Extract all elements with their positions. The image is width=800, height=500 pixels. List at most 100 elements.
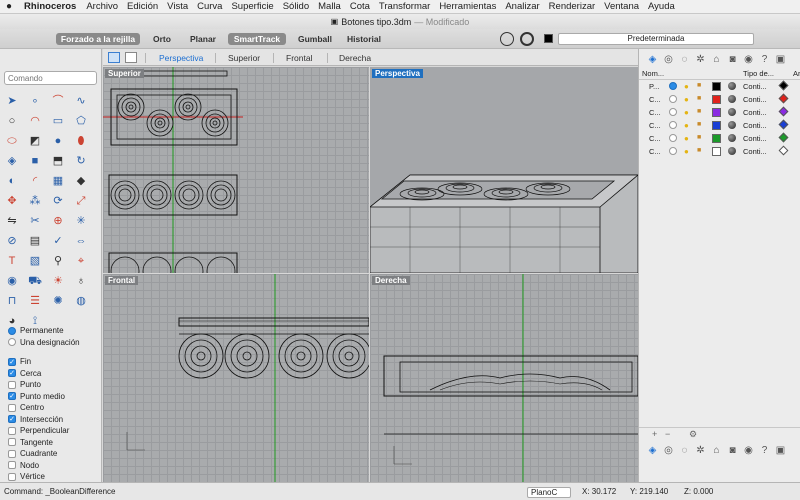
patch-icon[interactable]: ◆	[72, 173, 90, 189]
print-color-icon[interactable]	[778, 93, 789, 104]
layer-row[interactable]: C... ● ■ Conti...	[639, 119, 800, 132]
lock-icon[interactable]: ■	[697, 121, 701, 128]
menu-curva[interactable]: Curva	[197, 1, 222, 12]
print-color-icon[interactable]	[778, 132, 789, 143]
material-icon[interactable]	[728, 147, 736, 155]
osnap-point[interactable]: Punto	[8, 379, 100, 391]
zoom-icon[interactable]: ⚲	[49, 253, 67, 269]
car-icon[interactable]: ⛟	[26, 273, 44, 289]
viewport-perspective[interactable]: Perspectiva	[370, 67, 638, 273]
menu-analizar[interactable]: Analizar	[505, 1, 539, 12]
layers-icon[interactable]: ◈	[645, 445, 660, 457]
app-menu[interactable]: Rhinoceros	[24, 1, 76, 12]
polygon-icon[interactable]: ⬠	[72, 113, 90, 129]
check-icon[interactable]: ✓	[49, 233, 67, 249]
properties-icon[interactable]: ◎	[661, 445, 676, 457]
tab-frontal[interactable]: Frontal	[286, 52, 312, 64]
current-layer-select[interactable]: Predeterminada	[558, 33, 754, 45]
osnap-vertex[interactable]: Vértice	[8, 471, 100, 483]
viewport-front[interactable]: Frontal	[103, 274, 369, 482]
camera-tab-icon[interactable]: ◙	[725, 54, 740, 66]
planar-toggle[interactable]: Planar	[186, 33, 220, 45]
viewport-top[interactable]: Superior	[103, 67, 369, 273]
current-layer-indicator[interactable]	[669, 108, 677, 116]
viewport-right[interactable]: Derecha	[370, 274, 638, 482]
rotate-icon[interactable]: ⟳	[49, 193, 67, 209]
osnap-end[interactable]: ✓ Fin	[8, 356, 100, 368]
camera-tab-icon[interactable]: ◙	[725, 445, 740, 457]
gear-icon[interactable]: ⚙	[689, 429, 697, 440]
layer-row[interactable]: C... ● ■ Conti...	[639, 145, 800, 158]
snapshot-icon[interactable]: ▣	[773, 54, 788, 66]
layer-color[interactable]	[712, 147, 721, 156]
viewport-label-right[interactable]: Derecha	[372, 276, 410, 285]
osnap-near[interactable]: ✓ Cerca	[8, 368, 100, 380]
history-toggle[interactable]: Historial	[344, 33, 384, 45]
grid-snap-toggle[interactable]: Forzado a la rejilla	[56, 33, 140, 45]
osnap-knot[interactable]: Nodo	[8, 460, 100, 472]
current-layer-indicator[interactable]	[669, 147, 677, 155]
bulb-icon[interactable]: ●	[684, 134, 689, 143]
gumball-toggle[interactable]: Gumball	[294, 33, 336, 45]
menu-archivo[interactable]: Archivo	[86, 1, 118, 12]
menu-transformar[interactable]: Transformar	[379, 1, 430, 12]
material-icon[interactable]	[728, 134, 736, 142]
col-extra-header[interactable]: Ar	[793, 69, 800, 78]
explode-icon[interactable]: ✳	[72, 213, 90, 229]
current-layer-indicator[interactable]	[669, 95, 677, 103]
point-icon[interactable]: ∘	[26, 93, 44, 109]
trim-icon[interactable]: ✂	[26, 213, 44, 229]
snapshot-icon[interactable]: ▣	[773, 445, 788, 457]
modified-status[interactable]: — Modificado	[414, 17, 469, 27]
osnap-center[interactable]: Centro	[8, 402, 100, 414]
circle-icon[interactable]: ○	[3, 113, 21, 129]
layers-icon[interactable]: ◈	[645, 54, 660, 66]
osnap-mode-permanent[interactable]: Permanente	[8, 325, 100, 337]
color-wheel-icon[interactable]: ✺	[49, 293, 67, 309]
layer-color-swatch[interactable]	[544, 34, 553, 43]
command-history[interactable]: Command: _BooleanDifference	[4, 487, 115, 496]
menu-cota[interactable]: Cota	[350, 1, 370, 12]
osnap-midpoint[interactable]: ✓ Punto medio	[8, 391, 100, 403]
col-name-header[interactable]: Nom...	[642, 69, 664, 78]
print-color-icon[interactable]	[778, 119, 789, 130]
mesh-icon[interactable]: ▦	[49, 173, 67, 189]
lock-icon[interactable]: ■	[697, 147, 701, 154]
sphere-icon[interactable]: ●	[49, 133, 67, 149]
menu-superficie[interactable]: Superficie	[231, 1, 273, 12]
menu-solido[interactable]: Sólido	[283, 1, 309, 12]
layer-color[interactable]	[712, 121, 721, 130]
text-icon[interactable]: T	[3, 253, 21, 269]
mirror-icon[interactable]: ⇋	[3, 213, 21, 229]
osnap-tangent[interactable]: Tangente	[8, 437, 100, 449]
osnap-icon[interactable]	[500, 32, 514, 46]
bulb-icon[interactable]: ●	[684, 82, 689, 91]
remove-layer-button[interactable]: −	[665, 429, 670, 439]
viewport-label-front[interactable]: Frontal	[105, 276, 139, 285]
camera-icon[interactable]: ◉	[3, 273, 21, 289]
osnap-perpendicular[interactable]: Perpendicular	[8, 425, 100, 437]
smarttrack-toggle[interactable]: SmartTrack	[228, 33, 286, 45]
hatch-icon[interactable]: ▧	[26, 253, 44, 269]
lock-icon[interactable]: ⊓	[3, 293, 21, 309]
eye-icon[interactable]: ◉	[741, 445, 756, 457]
revolve-icon[interactable]: ↻	[72, 153, 90, 169]
layer-color[interactable]	[712, 134, 721, 143]
bulb-icon[interactable]: ●	[684, 108, 689, 117]
material-icon[interactable]	[728, 82, 736, 90]
properties-icon[interactable]: ◎	[661, 54, 676, 66]
col-linetype-header[interactable]: Tipo de...	[743, 69, 774, 78]
ellipse-icon[interactable]: ⬭	[3, 133, 21, 149]
lock-icon[interactable]: ■	[697, 82, 701, 89]
analyze-icon[interactable]: ⌖	[72, 253, 90, 269]
select-arrow-icon[interactable]: ➤	[3, 93, 21, 109]
move-icon[interactable]: ✥	[3, 193, 21, 209]
arc-icon[interactable]: ◠	[26, 113, 44, 129]
menu-malla[interactable]: Malla	[318, 1, 341, 12]
layer-color[interactable]	[712, 95, 721, 104]
current-layer-indicator[interactable]	[669, 82, 677, 90]
scale-icon[interactable]: ⤢	[72, 193, 90, 209]
surface-icon[interactable]: ◩	[26, 133, 44, 149]
menu-renderizar[interactable]: Renderizar	[549, 1, 595, 12]
help-icon[interactable]: ?	[757, 445, 772, 457]
